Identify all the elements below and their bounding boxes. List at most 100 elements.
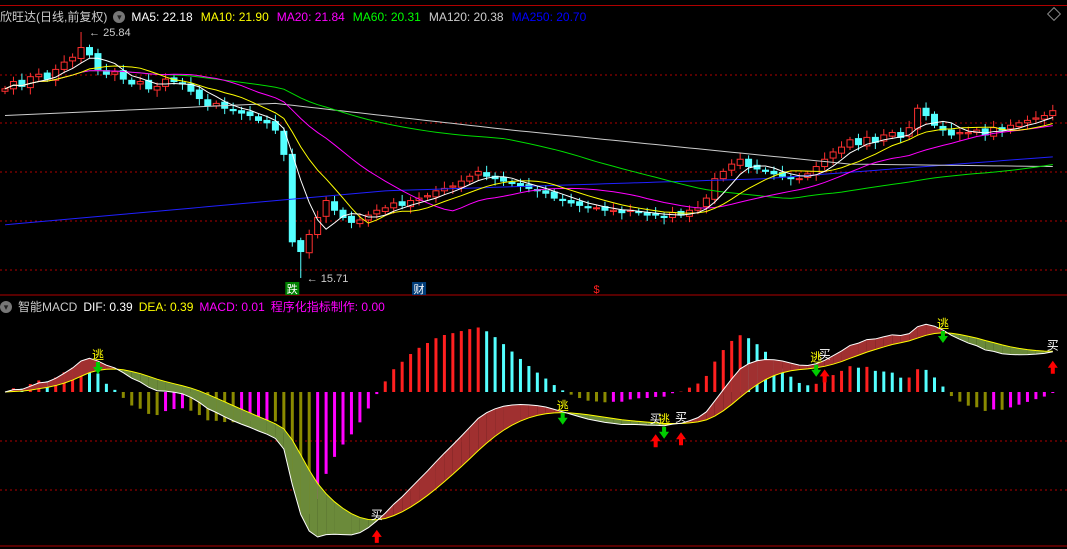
candle-body: [162, 78, 170, 87]
candle-body: [246, 111, 254, 117]
candle-body: [86, 47, 93, 56]
candle-body: [390, 202, 398, 209]
candle-body: [652, 213, 660, 216]
candle-body: [432, 190, 440, 198]
dif-dea-band: [326, 493, 335, 535]
candle-body: [1, 88, 9, 92]
sell-signal-label: 逃: [658, 413, 670, 427]
up-arrow-icon: [1047, 360, 1058, 374]
candle-body: [964, 132, 972, 135]
candle-body: [69, 56, 77, 62]
buy-signal-label: 买: [371, 508, 383, 522]
candle-body: [711, 178, 719, 200]
dif-dea-band: [469, 418, 479, 459]
candle-body: [35, 73, 43, 78]
candle-body: [153, 85, 161, 91]
candle-body: [449, 185, 457, 188]
dif-dea-band: [334, 501, 343, 535]
candle-body: [584, 206, 592, 209]
candle-body: [838, 146, 846, 154]
candle-body: [854, 138, 862, 146]
candle-body: [559, 198, 567, 202]
dif-dea-band: [461, 427, 470, 467]
buy-signal-label: 买: [675, 410, 687, 424]
dif-dea-band: [435, 453, 445, 489]
sell-signal-label: 逃: [92, 348, 104, 362]
event-badge-label: 财: [414, 282, 425, 296]
candle-body: [136, 81, 144, 85]
candle-body: [381, 207, 389, 212]
candle-body: [914, 107, 922, 130]
candle-body: [618, 209, 626, 214]
candle-body: [60, 61, 68, 70]
dif-dea-band: [478, 412, 487, 451]
high-price-label: ← 25.84: [89, 27, 131, 39]
candle-body: [398, 201, 406, 206]
up-arrow-icon: [676, 432, 686, 446]
candle-body: [728, 163, 736, 171]
dif-line: [4, 323, 1053, 538]
candle-body: [466, 175, 474, 182]
up-arrow-icon: [819, 369, 830, 383]
candle-body: [745, 158, 753, 168]
candle-body: [229, 108, 237, 112]
candle-body: [829, 151, 837, 159]
candle-body: [922, 107, 930, 117]
candle-body: [508, 181, 516, 185]
candle-body: [1023, 119, 1031, 124]
candle-body: [1032, 117, 1040, 120]
candle-body: [821, 158, 829, 168]
dif-dea-band: [740, 363, 749, 398]
candle-body: [660, 215, 668, 219]
buy-signal-label: 买: [1047, 339, 1059, 353]
up-arrow-icon: [650, 434, 661, 448]
candle-body: [347, 215, 355, 223]
candle-body: [702, 197, 710, 208]
candle-body: [1015, 122, 1023, 127]
candle-body: [516, 183, 524, 187]
candle-body: [981, 128, 989, 136]
candle-body: [297, 240, 305, 253]
low-price-label: ← 15.71: [307, 273, 349, 285]
candle-body: [128, 79, 136, 85]
candle-body: [483, 172, 491, 177]
down-arrow-icon: [557, 412, 568, 425]
event-badge-label: $: [593, 284, 599, 296]
candle-body: [474, 170, 482, 176]
candle-body: [356, 219, 364, 225]
candle-body: [770, 170, 778, 175]
candle-body: [567, 200, 575, 204]
candle-body: [846, 139, 854, 148]
sell-signal-label: 逃: [557, 399, 569, 413]
candle-body: [322, 200, 330, 217]
candle-body: [331, 201, 339, 211]
candle-body: [111, 71, 119, 75]
candle-body: [609, 209, 617, 212]
buy-signal-label: 买: [819, 347, 831, 361]
candle-body: [576, 201, 584, 206]
candle-body: [1040, 115, 1048, 120]
candle-body: [305, 234, 313, 254]
candle-body: [424, 195, 431, 198]
stock-chart[interactable]: ← 25.84← 15.71跌财 $逃买逃买逃 买逃买逃买: [0, 0, 1067, 549]
candle-body: [288, 153, 296, 243]
candle-body: [550, 191, 558, 199]
candle-body: [643, 212, 651, 216]
dif-dea-band: [444, 444, 453, 482]
candle-body: [787, 176, 795, 180]
candle-body: [204, 99, 212, 107]
dea-line: [4, 332, 1053, 521]
ma10-line: [4, 65, 1053, 224]
candle-body: [542, 190, 550, 194]
candle-body: [947, 129, 955, 136]
candle-body: [77, 47, 85, 59]
candle-body: [888, 132, 896, 137]
candle-body: [457, 180, 465, 188]
candle-body: [43, 72, 51, 80]
candle-body: [719, 170, 727, 180]
candle-body: [255, 116, 262, 121]
candle-body: [593, 207, 600, 210]
up-arrow-icon: [371, 529, 382, 543]
candle-body: [500, 176, 508, 182]
candle-body: [195, 89, 203, 100]
